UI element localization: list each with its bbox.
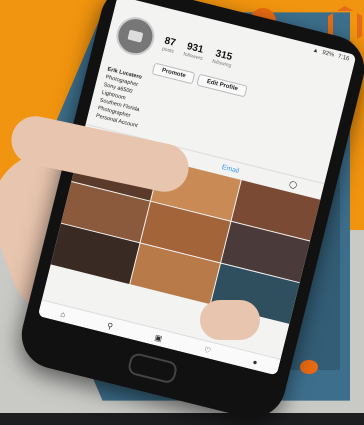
home-button[interactable] xyxy=(126,351,179,385)
camera-icon xyxy=(127,29,144,43)
add-post-icon[interactable]: ▣ xyxy=(154,332,164,343)
avatar[interactable] xyxy=(112,13,159,60)
battery-level: 92% xyxy=(321,49,335,59)
stat-posts[interactable]: 87 posts xyxy=(161,35,177,54)
finger xyxy=(200,300,260,340)
home-icon[interactable]: ⌂ xyxy=(60,309,67,319)
tagged-icon[interactable]: ◯ xyxy=(288,180,298,190)
profile-icon[interactable]: ● xyxy=(252,357,259,367)
paint-splash xyxy=(300,360,318,374)
search-icon[interactable]: ⚲ xyxy=(106,321,114,331)
email-button[interactable]: Email xyxy=(221,164,240,175)
stat-following[interactable]: 315 following xyxy=(212,47,235,69)
clock: 7:16 xyxy=(337,53,350,63)
heart-icon[interactable]: ♡ xyxy=(203,345,212,355)
wifi-icon: ▲ xyxy=(311,47,320,55)
stat-followers[interactable]: 931 followers xyxy=(183,40,206,62)
